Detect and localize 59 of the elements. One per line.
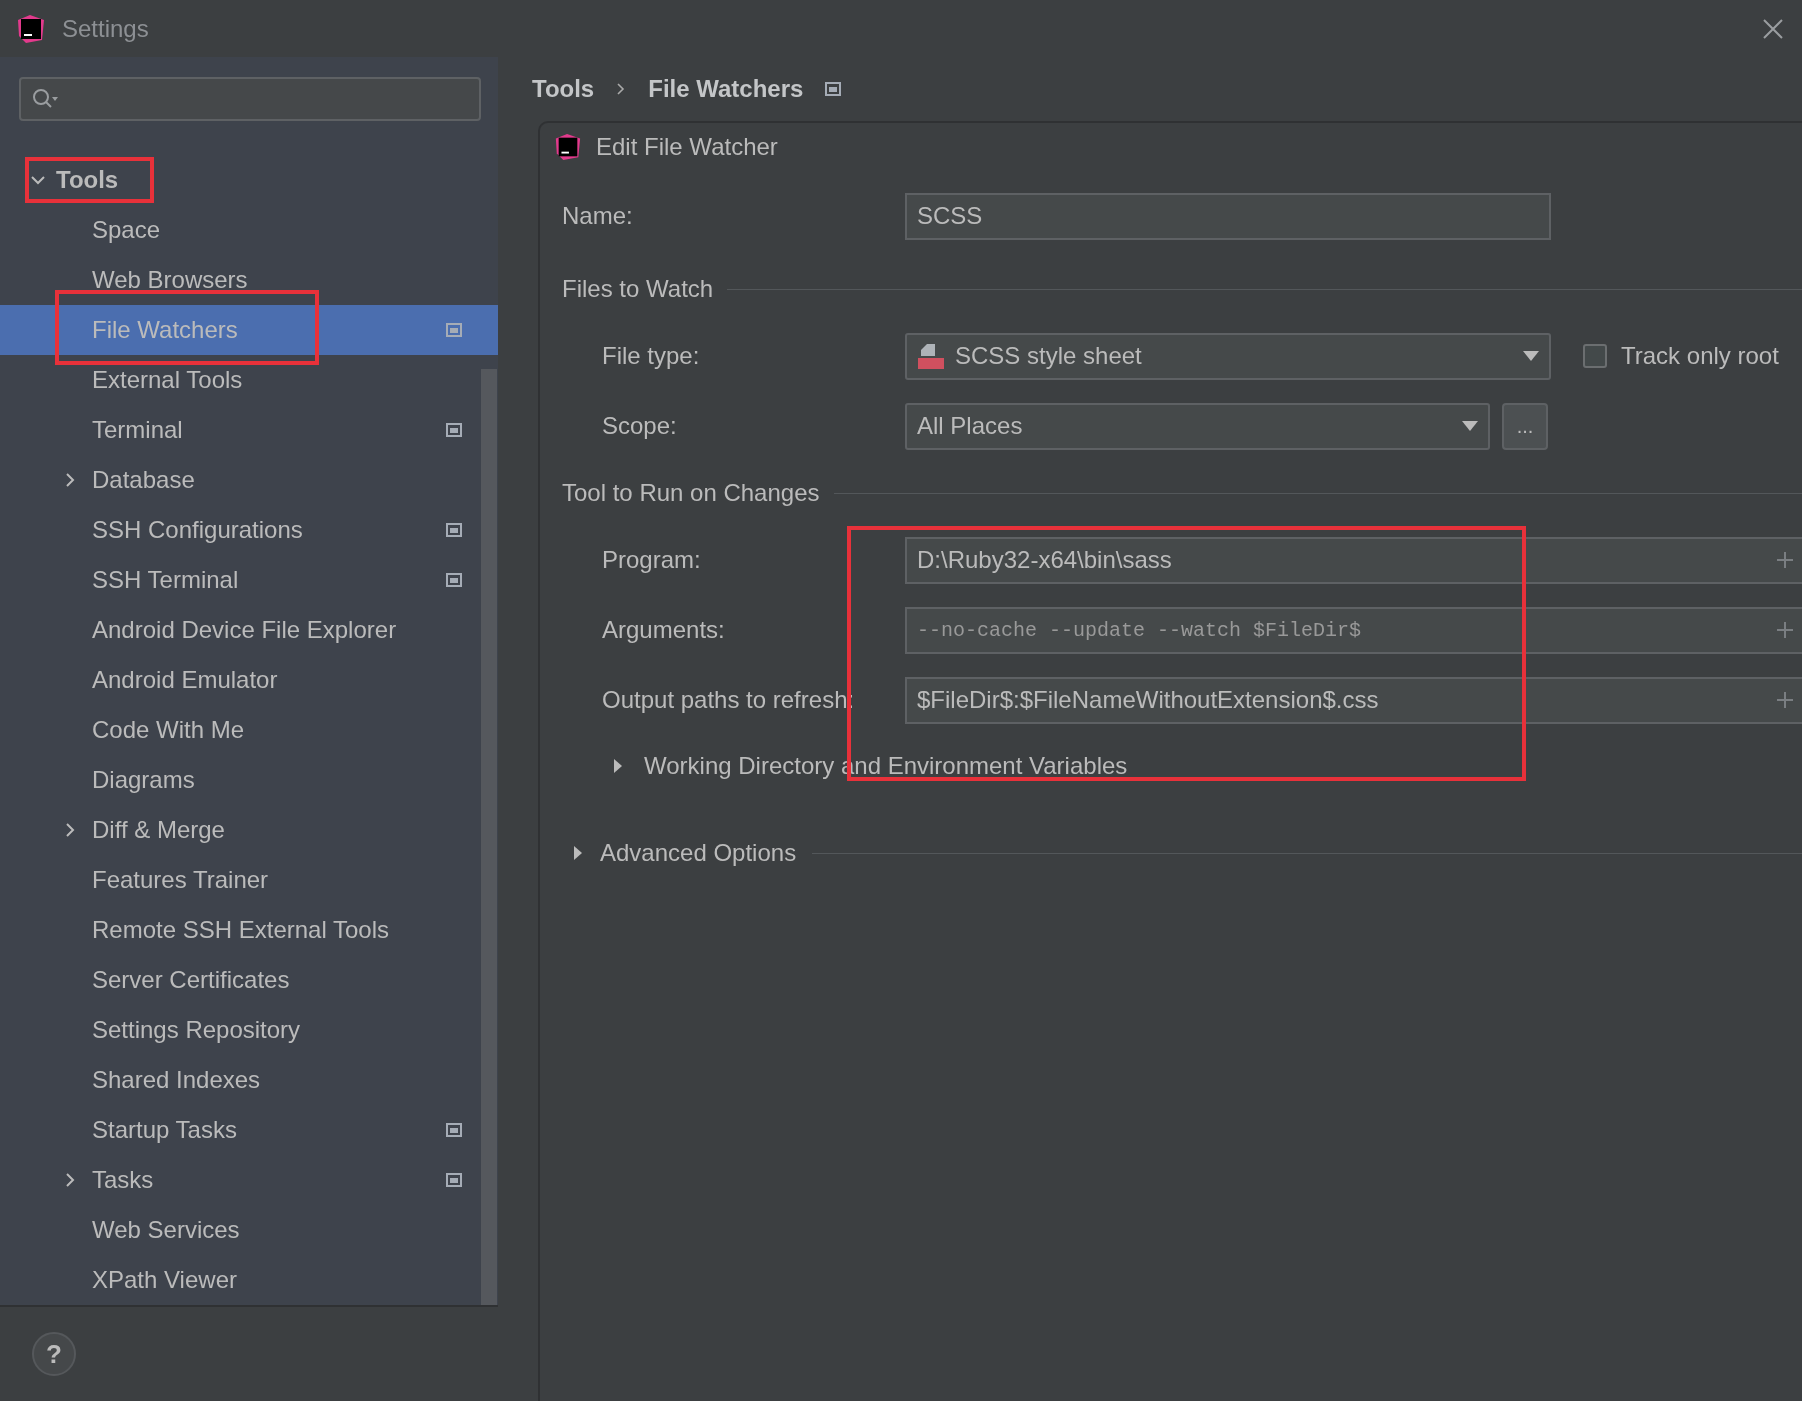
tree-item[interactable]: Tasks <box>0 1155 498 1205</box>
plus-icon[interactable] <box>1776 691 1794 709</box>
dropdown[interactable]: All Places <box>905 402 1490 450</box>
app-logo-icon <box>554 133 582 161</box>
tree-item[interactable]: Terminal <box>0 405 498 455</box>
tree-item[interactable]: Remote SSH External Tools <box>0 905 498 955</box>
dropdown-arrow-icon <box>1523 351 1539 361</box>
section-title: Files to Watch <box>562 275 714 303</box>
tree-item[interactable]: XPath Viewer <box>0 1255 498 1305</box>
plus-icon[interactable] <box>1776 551 1794 569</box>
breadcrumb-item[interactable]: File Watchers <box>648 75 804 103</box>
field-label: Name: <box>562 202 634 230</box>
app-logo-icon <box>16 13 46 44</box>
dialog-title: Edit File Watcher <box>596 133 778 161</box>
dropdown[interactable]: SCSS style sheet <box>905 332 1551 380</box>
field-label: Arguments: <box>601 616 726 644</box>
tree-item[interactable]: SSH Configurations <box>0 505 498 555</box>
breadcrumb-item[interactable]: Tools <box>532 75 595 103</box>
tree-item[interactable]: Settings Repository <box>0 1005 498 1055</box>
browse-button[interactable]: ... <box>1502 402 1548 450</box>
tree-item[interactable]: Web Browsers <box>0 255 498 305</box>
input-field[interactable]: D:\Ruby32-x64\bin\sass <box>905 536 1802 584</box>
tree-item[interactable]: Startup Tasks <box>0 1105 498 1155</box>
tree-item[interactable]: Android Device File Explorer <box>0 605 498 655</box>
tree-item[interactable]: Shared Indexes <box>0 1055 498 1105</box>
tree-item[interactable]: Space <box>0 205 498 255</box>
tree-item[interactable]: Database <box>0 455 498 505</box>
search-field[interactable] <box>19 77 481 121</box>
checkbox[interactable] <box>1583 344 1607 368</box>
plus-icon[interactable] <box>1776 621 1794 639</box>
triangle-right-icon <box>612 759 624 773</box>
section-title[interactable]: Advanced Options <box>600 839 797 867</box>
field-label: Program: <box>601 546 702 574</box>
triangle-right-icon[interactable] <box>572 846 584 860</box>
tree-item[interactable]: External Tools <box>0 355 498 405</box>
input-field[interactable]: --no-cache --update --watch $FileDir$ <box>905 606 1802 654</box>
tree-item[interactable]: SSH Terminal <box>0 555 498 605</box>
close-icon[interactable] <box>1762 17 1784 40</box>
dropdown-arrow-icon <box>1462 421 1478 431</box>
tree-item[interactable]: Android Emulator <box>0 655 498 705</box>
field-label: Scope: <box>601 412 678 440</box>
tree-item[interactable]: Web Services <box>0 1205 498 1255</box>
tree-item[interactable]: Features Trainer <box>0 855 498 905</box>
tree-item[interactable]: Diff & Merge <box>0 805 498 855</box>
tree-item[interactable]: Server Certificates <box>0 955 498 1005</box>
track-root-checkbox[interactable]: Track only root <box>1583 342 1779 370</box>
tree-item[interactable]: Code With Me <box>0 705 498 755</box>
tree-item[interactable]: Diagrams <box>0 755 498 805</box>
field-label: File type: <box>601 342 701 370</box>
scrollbar[interactable] <box>481 369 497 1305</box>
project-scope-icon <box>825 82 842 96</box>
tree-item[interactable]: Tools <box>0 155 498 205</box>
tree-item[interactable]: File Watchers <box>0 305 498 355</box>
window-title: Settings <box>62 14 149 43</box>
name-field[interactable]: SCSS <box>905 192 1551 240</box>
section-title: Tool to Run on Changes <box>562 479 820 507</box>
chevron-right-icon <box>616 82 627 96</box>
input-field[interactable]: $FileDir$:$FileNameWithoutExtension$.css <box>905 676 1802 724</box>
help-button[interactable]: ? <box>32 1332 76 1376</box>
